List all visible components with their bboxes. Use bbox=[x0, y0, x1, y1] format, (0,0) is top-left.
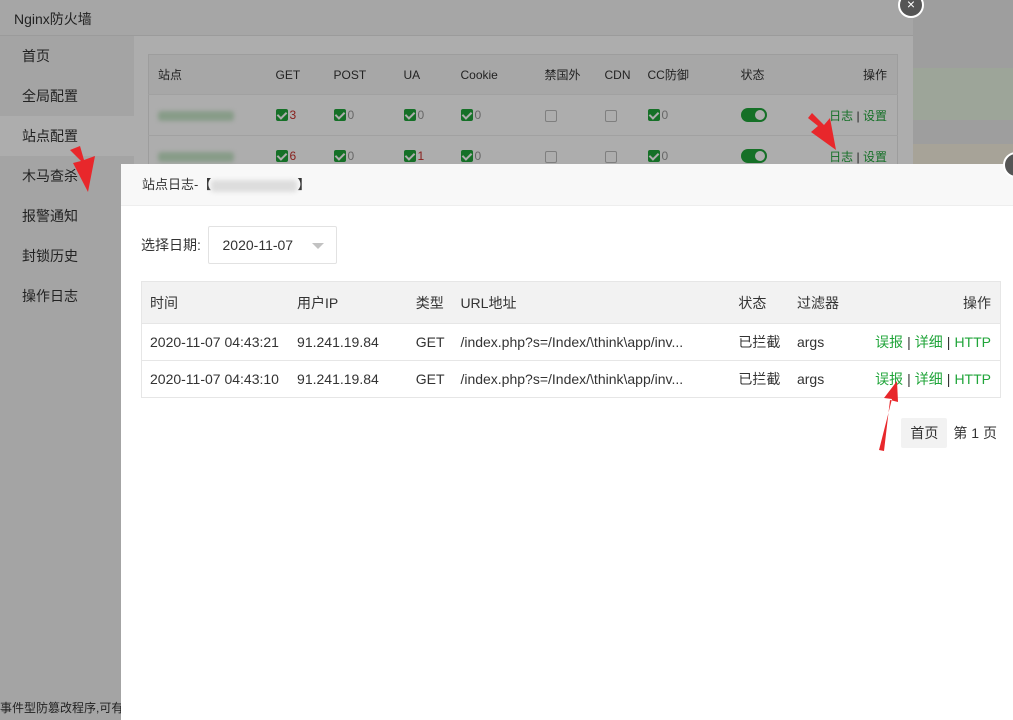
arrow-icon bbox=[70, 146, 95, 192]
annotation-arrows bbox=[70, 113, 898, 451]
arrow-icon bbox=[808, 113, 836, 150]
arrow-icon bbox=[879, 381, 898, 451]
